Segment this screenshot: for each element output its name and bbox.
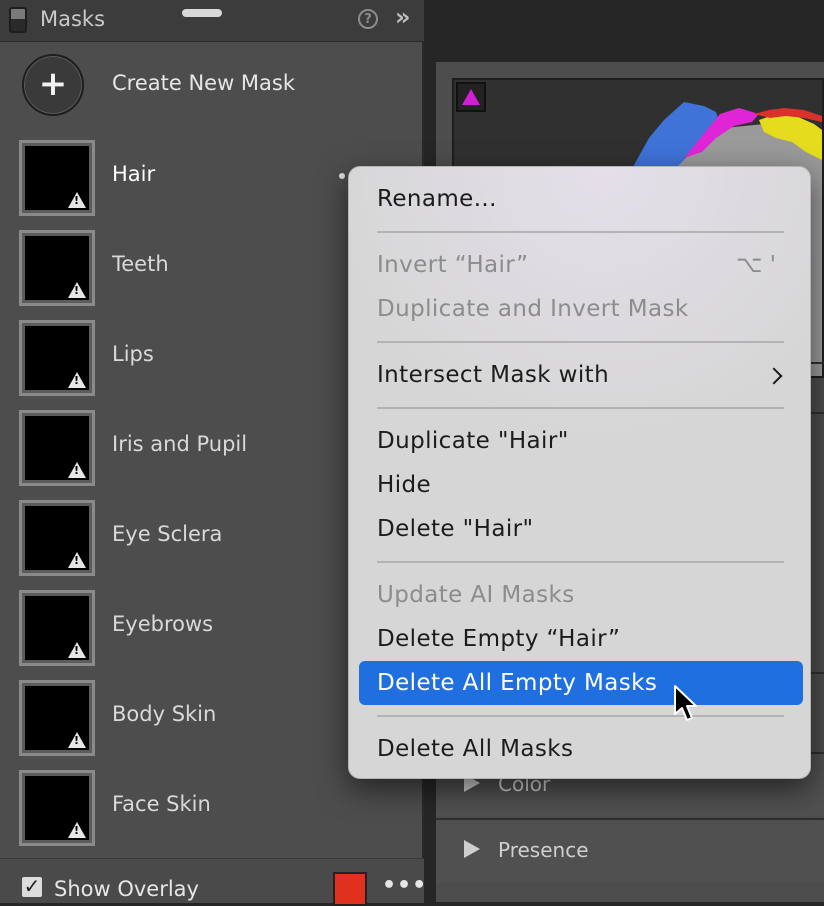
- section-label: Presence: [498, 838, 589, 862]
- menu-separator: [377, 715, 784, 717]
- mask-label: Hair: [112, 162, 156, 186]
- warning-icon: [68, 372, 86, 388]
- mask-item-face-skin[interactable]: Face Skin: [19, 770, 409, 846]
- panel-header: Masks ? »: [0, 0, 424, 42]
- menu-item-duplicate-and-invert: Duplicate and Invert Mask: [377, 296, 689, 322]
- menu-item-delete-all-empty-masks[interactable]: Delete All Empty Masks: [377, 670, 657, 696]
- panel-footer: ✓ Show Overlay •••: [0, 858, 427, 906]
- collapse-panel-icon[interactable]: »: [395, 3, 410, 31]
- warning-icon: [68, 822, 86, 838]
- create-mask-label: Create New Mask: [112, 71, 296, 95]
- menu-item-delete-empty[interactable]: Delete Empty “Hair”: [377, 626, 620, 652]
- overlay-color-swatch[interactable]: [333, 872, 367, 906]
- menu-item-duplicate[interactable]: Duplicate "Hair": [377, 428, 569, 454]
- clipping-triangle-icon: [462, 89, 480, 105]
- mask-label: Iris and Pupil: [112, 432, 248, 456]
- mask-thumbnail[interactable]: [19, 500, 95, 576]
- section-presence[interactable]: Presence: [436, 818, 824, 882]
- chevron-right-icon: [765, 367, 783, 385]
- warning-icon: [68, 192, 86, 208]
- triangle-right-icon: [464, 840, 480, 858]
- mouse-cursor-icon: [674, 685, 697, 721]
- warning-icon: [68, 552, 86, 568]
- show-overlay-checkbox[interactable]: ✓: [22, 876, 42, 897]
- mask-label: Face Skin: [112, 792, 211, 816]
- create-mask-circle[interactable]: +: [22, 54, 84, 116]
- menu-item-delete-all-masks[interactable]: Delete All Masks: [377, 736, 573, 762]
- menu-separator: [377, 231, 784, 233]
- menu-item-hide[interactable]: Hide: [377, 472, 431, 498]
- invert-shortcut: ⌥ ': [735, 252, 776, 278]
- shadow-clipping-indicator[interactable]: [456, 82, 486, 112]
- plus-icon: +: [38, 64, 68, 104]
- menu-item-intersect-mask[interactable]: Intersect Mask with: [377, 362, 609, 388]
- mask-thumbnail[interactable]: [19, 230, 95, 306]
- menu-separator: [377, 561, 784, 563]
- mask-label: Eyebrows: [112, 612, 214, 636]
- menu-item-rename[interactable]: Rename...: [377, 186, 497, 212]
- help-icon[interactable]: ?: [358, 9, 378, 29]
- more-options-icon[interactable]: •••: [382, 873, 427, 898]
- mask-thumbnail[interactable]: [19, 680, 95, 756]
- panel-title: Masks: [40, 7, 106, 31]
- mask-thumbnail[interactable]: [19, 590, 95, 666]
- menu-item-update-ai-masks: Update AI Masks: [377, 582, 575, 608]
- mask-label: Teeth: [112, 252, 169, 276]
- mask-thumbnail[interactable]: [19, 770, 95, 846]
- mask-options-dot-icon[interactable]: [339, 173, 345, 179]
- mask-label: Lips: [112, 342, 154, 366]
- menu-item-delete[interactable]: Delete "Hair": [377, 516, 533, 542]
- mask-label: Eye Sclera: [112, 522, 223, 546]
- panel-toggle-icon[interactable]: [9, 7, 27, 33]
- menu-separator: [377, 341, 784, 343]
- warning-icon: [68, 642, 86, 658]
- drag-handle[interactable]: [182, 9, 222, 17]
- warning-icon: [68, 462, 86, 478]
- mask-thumbnail[interactable]: [19, 410, 95, 486]
- mask-thumbnail[interactable]: [19, 320, 95, 396]
- create-new-mask-button[interactable]: + Create New Mask: [22, 54, 402, 118]
- show-overlay-label[interactable]: Show Overlay: [54, 877, 199, 901]
- menu-item-invert: Invert “Hair”: [377, 252, 529, 278]
- mask-thumbnail[interactable]: [19, 140, 95, 216]
- menu-separator: [377, 407, 784, 409]
- mask-label: Body Skin: [112, 702, 217, 726]
- warning-icon: [68, 282, 86, 298]
- warning-icon: [68, 732, 86, 748]
- mask-context-menu: Rename... Invert “Hair” ⌥ ' Duplicate an…: [348, 166, 811, 779]
